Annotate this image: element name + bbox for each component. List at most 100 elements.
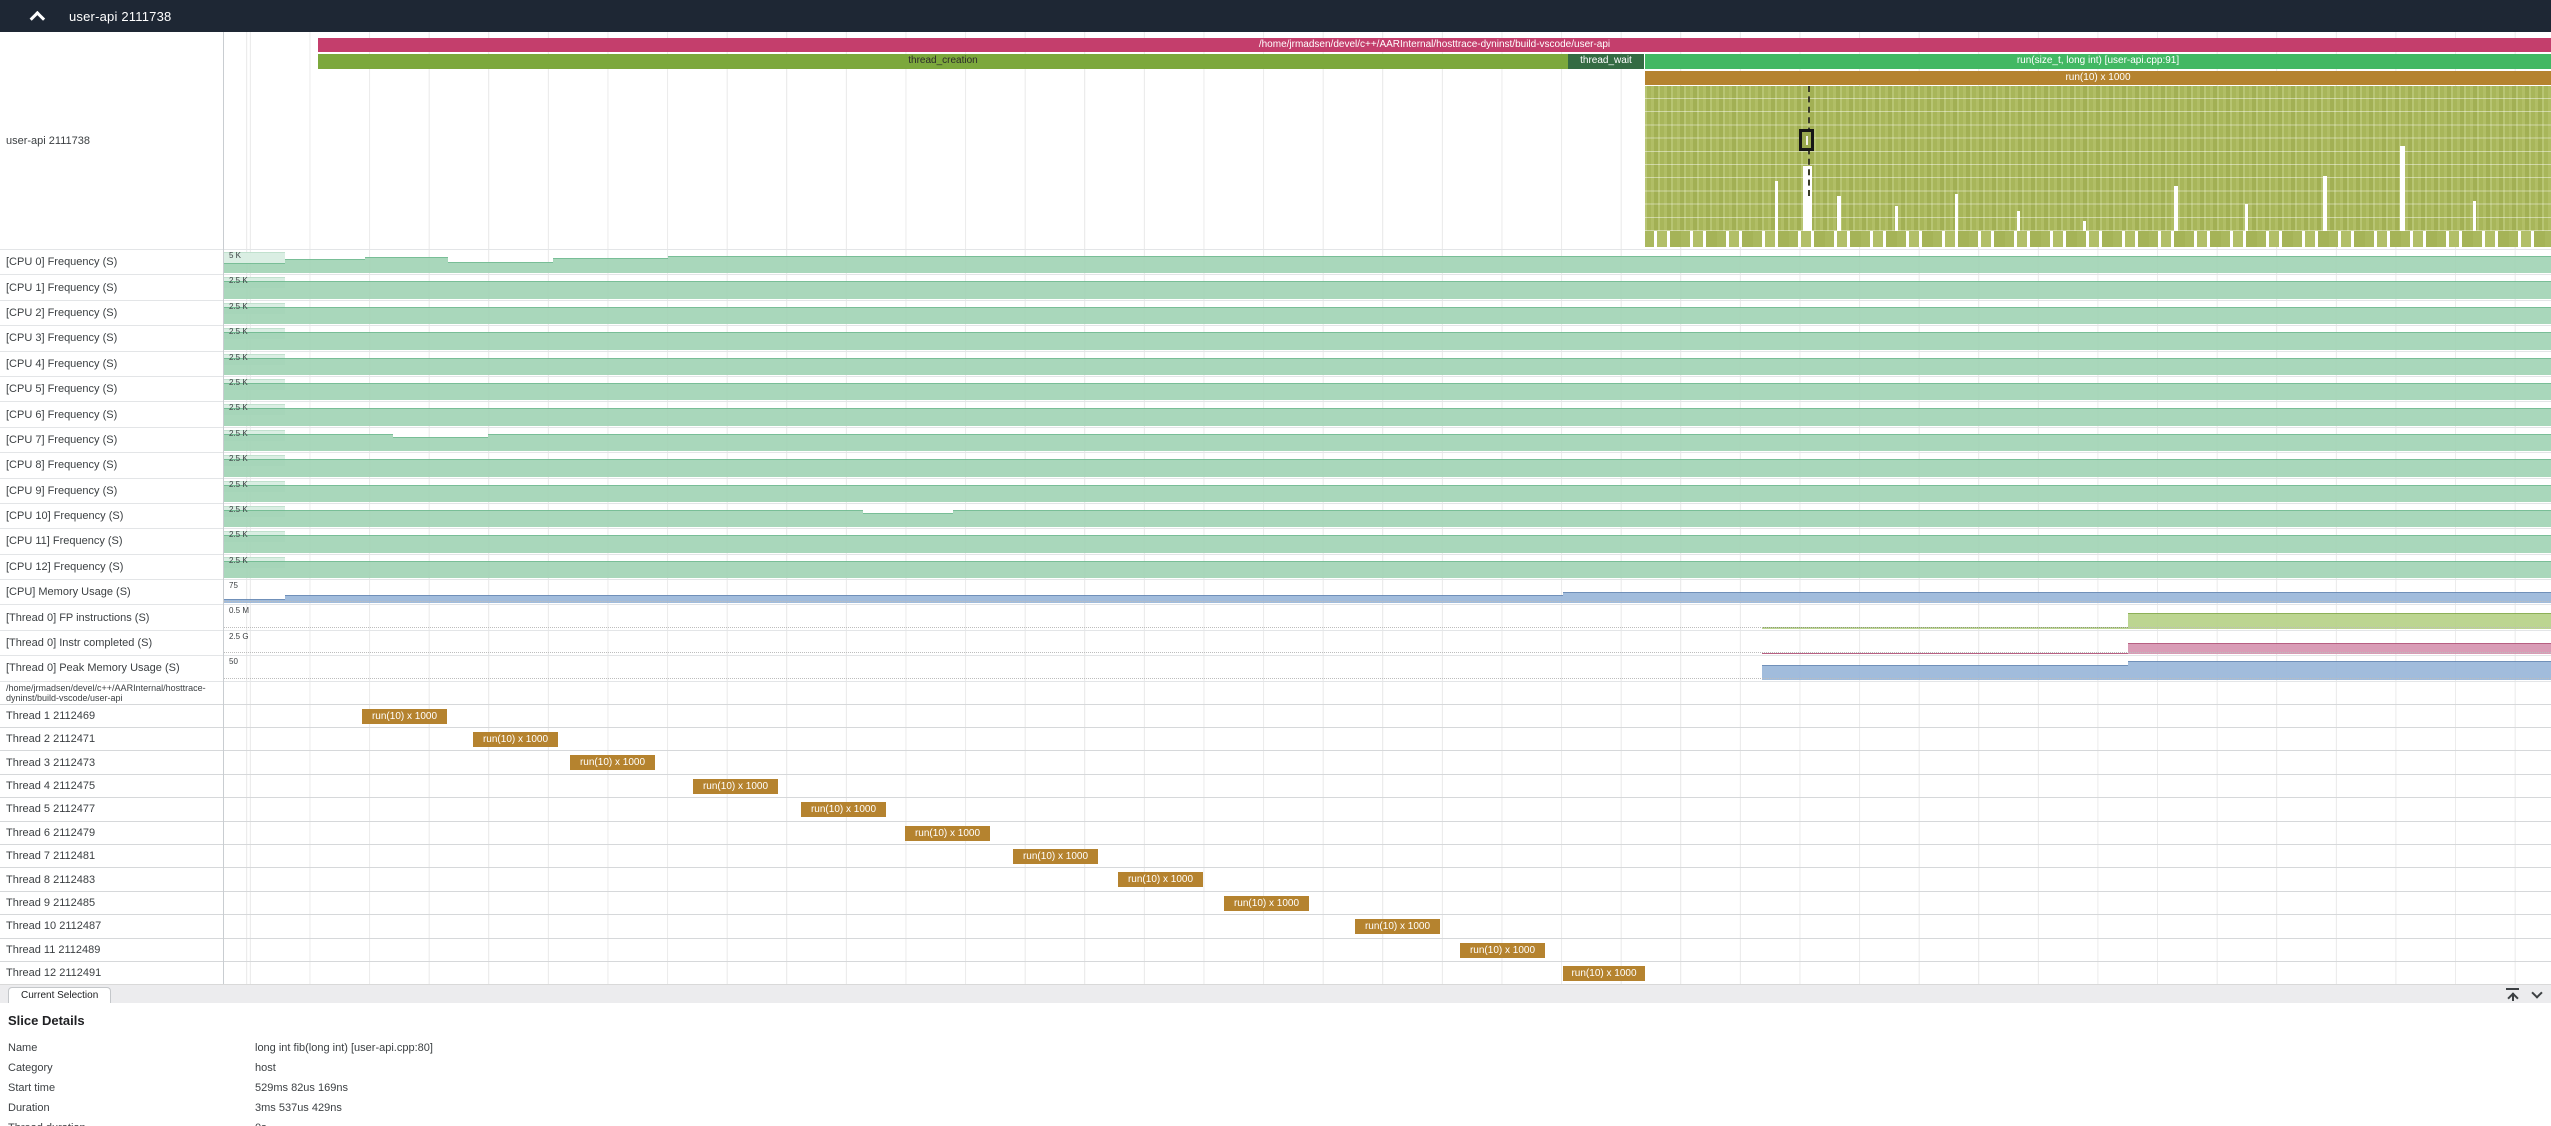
track-row[interactable]: Thread 2 2112471run(10) x 1000 <box>0 727 2551 750</box>
track-row[interactable]: [CPU 0] Frequency (S)5 K <box>0 249 2551 274</box>
track-row[interactable]: [CPU 2] Frequency (S)2.5 K <box>0 300 2551 325</box>
track-canvas[interactable]: 2.5 K <box>223 377 2551 401</box>
track-canvas[interactable]: 5 K <box>223 250 2551 274</box>
track-canvas[interactable]: 2.5 K <box>223 428 2551 452</box>
tab-current-selection[interactable]: Current Selection <box>8 987 111 1003</box>
track-canvas[interactable]: run(10) x 1000 <box>223 751 2551 773</box>
slice-run10[interactable]: run(10) x 1000 <box>1563 966 1645 981</box>
track-row[interactable]: [CPU] Memory Usage (S)75 <box>0 579 2551 604</box>
slice-run10-main[interactable]: run(10) x 1000 <box>1645 71 2551 85</box>
track-row[interactable]: Thread 1 2112469run(10) x 1000 <box>0 704 2551 727</box>
slice-run10[interactable]: run(10) x 1000 <box>801 802 886 817</box>
flame-gap <box>1837 196 1841 231</box>
track-canvas[interactable]: 2.5 K <box>223 479 2551 503</box>
slice-run10[interactable]: run(10) x 1000 <box>473 732 558 747</box>
track-label: Thread 4 2112475 <box>0 775 223 797</box>
track-canvas[interactable]: run(10) x 1000 <box>223 798 2551 820</box>
track-canvas[interactable]: 50 <box>223 656 2551 680</box>
track-row[interactable]: Thread 5 2112477run(10) x 1000 <box>0 797 2551 820</box>
counter-scale-label: 0.5 M <box>229 606 249 615</box>
slice-run10[interactable]: run(10) x 1000 <box>362 709 447 724</box>
dock-to-top-icon[interactable] <box>2506 988 2519 1001</box>
track-row[interactable]: /home/jrmadsen/devel/c++/AARInternal/hos… <box>0 681 2551 704</box>
chevron-down-icon[interactable] <box>2531 988 2542 999</box>
track-row[interactable]: [CPU 11] Frequency (S)2.5 K <box>0 528 2551 553</box>
track-canvas[interactable]: run(10) x 1000 <box>223 892 2551 914</box>
track-canvas[interactable]: run(10) x 1000 <box>223 915 2551 937</box>
track-row[interactable]: [CPU 12] Frequency (S)2.5 K <box>0 554 2551 579</box>
track-row[interactable]: Thread 7 2112481run(10) x 1000 <box>0 844 2551 867</box>
track-canvas[interactable]: 2.5 K <box>223 504 2551 528</box>
track-canvas[interactable]: 2.5 K <box>223 352 2551 376</box>
track-canvas[interactable]: run(10) x 1000 <box>223 705 2551 727</box>
slice-run10[interactable]: run(10) x 1000 <box>693 779 778 794</box>
flame-gap <box>1775 181 1778 231</box>
timeline-area[interactable]: user-api 2111738 /home/jrmadsen/devel/c+… <box>0 32 2551 984</box>
slice-run-main[interactable]: run(size_t, long int) [user-api.cpp:91] <box>1645 54 2551 69</box>
slice-thread-wait[interactable]: thread_wait <box>1568 54 1644 69</box>
track-row[interactable]: [CPU 7] Frequency (S)2.5 K <box>0 427 2551 452</box>
track-row[interactable]: [CPU 4] Frequency (S)2.5 K <box>0 351 2551 376</box>
track-label: [Thread 0] Instr completed (S) <box>0 631 223 655</box>
track-canvas[interactable] <box>223 682 2551 704</box>
flamegraph-leaf-slices[interactable] <box>1645 231 2551 247</box>
track-canvas[interactable]: run(10) x 1000 <box>223 962 2551 984</box>
track-row[interactable]: Thread 9 2112485run(10) x 1000 <box>0 891 2551 914</box>
track-row[interactable]: [CPU 5] Frequency (S)2.5 K <box>0 376 2551 401</box>
track-row[interactable]: [CPU 8] Frequency (S)2.5 K <box>0 452 2551 477</box>
track-row[interactable]: Thread 6 2112479run(10) x 1000 <box>0 821 2551 844</box>
track-row[interactable]: [Thread 0] FP instructions (S)0.5 M <box>0 604 2551 629</box>
track-label: [CPU 12] Frequency (S) <box>0 555 223 579</box>
slice-process-path[interactable]: /home/jrmadsen/devel/c++/AARInternal/hos… <box>318 38 2551 52</box>
track-canvas[interactable]: 2.5 K <box>223 529 2551 553</box>
slice-run10[interactable]: run(10) x 1000 <box>1224 896 1309 911</box>
flamegraph-fib-slices[interactable] <box>1645 86 2551 231</box>
slice-run10[interactable]: run(10) x 1000 <box>570 755 655 770</box>
track-row[interactable]: [Thread 0] Instr completed (S)2.5 G <box>0 630 2551 655</box>
slice-run10[interactable]: run(10) x 1000 <box>1460 943 1545 958</box>
slice-run10[interactable]: run(10) x 1000 <box>1355 919 1440 934</box>
process-header-bar[interactable]: user-api 2111738 <box>0 0 2551 32</box>
track-canvas[interactable]: run(10) x 1000 <box>223 868 2551 890</box>
track-row[interactable]: [CPU 6] Frequency (S)2.5 K <box>0 401 2551 426</box>
track-row[interactable]: Thread 4 2112475 run(10) x 1000 <box>0 774 2551 797</box>
slice-run10[interactable]: run(10) x 1000 <box>1013 849 1098 864</box>
selected-slice-fib[interactable] <box>1799 129 1814 151</box>
track-canvas[interactable]: run(10) x 1000 <box>223 728 2551 750</box>
track-row[interactable]: Thread 3 2112473run(10) x 1000 <box>0 750 2551 773</box>
track-row[interactable]: Thread 8 2112483run(10) x 1000 <box>0 867 2551 890</box>
track-canvas[interactable]: 75 <box>223 580 2551 604</box>
track-row[interactable]: [CPU 9] Frequency (S)2.5 K <box>0 478 2551 503</box>
counter-scale-label: 2.5 K <box>229 378 248 387</box>
track-canvas[interactable]: 2.5 K <box>223 275 2551 299</box>
track-canvas[interactable]: 2.5 G <box>223 631 2551 655</box>
counter-scale-label: 2.5 K <box>229 429 248 438</box>
track-canvas[interactable]: 0.5 M <box>223 605 2551 629</box>
track-row[interactable]: [CPU 10] Frequency (S)2.5 K <box>0 503 2551 528</box>
process-track-canvas[interactable]: /home/jrmadsen/devel/c++/AARInternal/hos… <box>223 32 2551 249</box>
track-row[interactable]: [Thread 0] Peak Memory Usage (S)50 <box>0 655 2551 680</box>
slice-thread-creation[interactable]: thread_creation <box>318 54 1568 69</box>
track-canvas[interactable]: 2.5 K <box>223 555 2551 579</box>
track-canvas[interactable]: 2.5 K <box>223 301 2551 325</box>
counter-fill <box>1563 592 2551 603</box>
track-canvas[interactable]: 2.5 K <box>223 453 2551 477</box>
track-row[interactable]: Thread 10 2112487run(10) x 1000 <box>0 914 2551 937</box>
process-track-row[interactable]: user-api 2111738 /home/jrmadsen/devel/c+… <box>0 32 2551 249</box>
collapse-chevron-up-icon[interactable] <box>30 10 46 26</box>
track-row[interactable]: Thread 11 2112489run(10) x 1000 <box>0 938 2551 961</box>
counter-fill <box>223 307 2551 324</box>
track-canvas[interactable]: run(10) x 1000 <box>223 939 2551 961</box>
label-column-divider <box>223 32 224 984</box>
track-canvas[interactable]: 2.5 K <box>223 402 2551 426</box>
slice-run10[interactable]: run(10) x 1000 <box>905 826 990 841</box>
track-canvas[interactable]: run(10) x 1000 <box>223 822 2551 844</box>
track-row[interactable]: [CPU 3] Frequency (S)2.5 K <box>0 325 2551 350</box>
counter-scale-label: 2.5 K <box>229 480 248 489</box>
track-canvas[interactable]: run(10) x 1000 <box>223 775 2551 797</box>
slice-run10[interactable]: run(10) x 1000 <box>1118 872 1203 887</box>
track-row[interactable]: [CPU 1] Frequency (S)2.5 K <box>0 274 2551 299</box>
track-canvas[interactable]: run(10) x 1000 <box>223 845 2551 867</box>
track-row[interactable]: Thread 12 2112491run(10) x 1000 <box>0 961 2551 984</box>
track-canvas[interactable]: 2.5 K <box>223 326 2551 350</box>
